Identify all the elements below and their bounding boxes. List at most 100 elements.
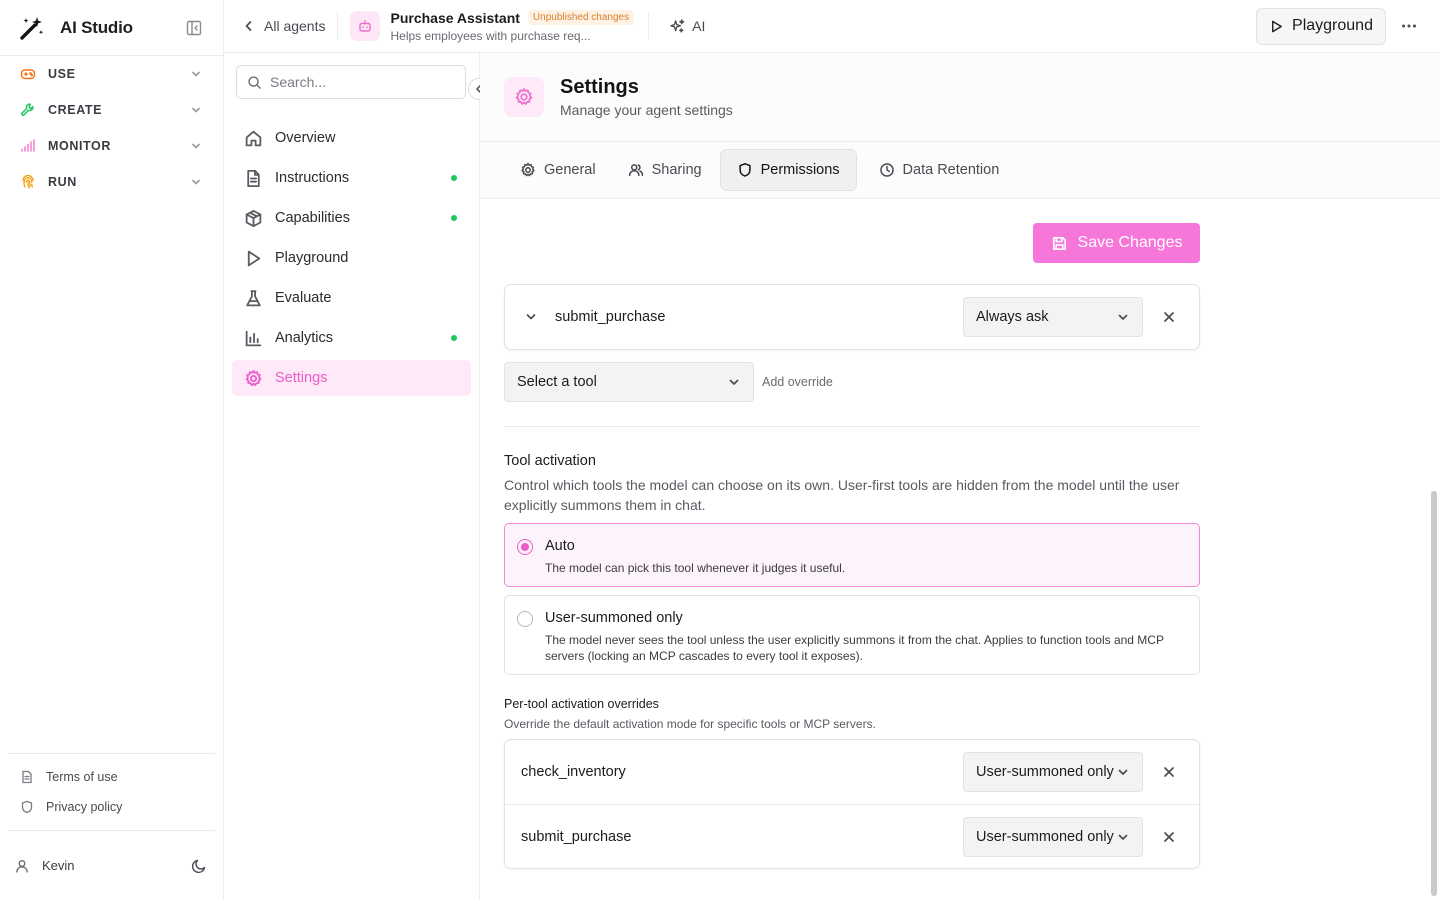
nav-section-label: USE: [48, 67, 76, 81]
activation-select[interactable]: User-summoned only: [963, 752, 1143, 792]
nav-item-playground[interactable]: Playground: [232, 240, 471, 276]
save-changes-button[interactable]: Save Changes: [1033, 223, 1200, 263]
nav-item-label: Settings: [275, 370, 328, 386]
nav-item-capabilities[interactable]: Capabilities: [232, 200, 471, 236]
chevron-down-icon[interactable]: [523, 309, 539, 325]
sidebar-footer: Terms of use Privacy policy Kevin: [8, 753, 215, 900]
divider: [337, 12, 339, 40]
moon-icon[interactable]: [191, 858, 207, 874]
nav-section-label: MONITOR: [48, 139, 111, 153]
scrollbar-thumb[interactable]: [1431, 491, 1437, 896]
add-override-row: Select a tool Add override: [504, 362, 1200, 402]
nav-item-instructions[interactable]: Instructions: [232, 160, 471, 196]
nav-item-analytics[interactable]: Analytics: [232, 320, 471, 356]
agent-nav-items: Overview Instructions Capabilities Playg…: [224, 120, 479, 396]
activation-option-user-summoned[interactable]: User-summoned only The model never sees …: [504, 595, 1200, 675]
close-icon[interactable]: [1161, 309, 1177, 325]
shield-icon: [21, 800, 33, 814]
tool-activation-description: Control which tools the model can choose…: [504, 477, 1180, 513]
tool-name: submit_purchase: [555, 309, 666, 325]
add-override-button[interactable]: Add override: [762, 375, 833, 389]
flask-icon: [246, 289, 261, 306]
nav-item-overview[interactable]: Overview: [232, 120, 471, 156]
top-bar: All agents Purchase Assistant Unpublishe…: [224, 0, 1440, 53]
footer-links: Terms of use Privacy policy: [8, 753, 215, 830]
radio-button[interactable]: [517, 611, 533, 627]
privacy-link[interactable]: Privacy policy: [8, 792, 215, 822]
gear-icon: [521, 162, 535, 177]
nav-section-label: CREATE: [48, 103, 103, 117]
chevron-down-icon: [192, 179, 200, 185]
page-subtitle: Manage your agent settings: [560, 102, 733, 118]
terms-link[interactable]: Terms of use: [8, 762, 215, 792]
radio-button[interactable]: [517, 539, 533, 555]
tab-label: General: [544, 162, 596, 178]
option-description: The model never sees the tool unless the…: [545, 633, 1164, 663]
nav-item-label: Playground: [275, 250, 349, 266]
back-label: All agents: [264, 18, 326, 34]
all-agents-link[interactable]: All agents: [224, 18, 325, 34]
save-bar: Save Changes: [504, 223, 1200, 263]
select-value: Always ask: [976, 309, 1049, 325]
approval-override-card: submit_purchase Always ask: [504, 284, 1200, 350]
agent-info[interactable]: Purchase Assistant Unpublished changes H…: [350, 9, 635, 43]
activation-overrides-card: check_inventory User-summoned only submi…: [504, 739, 1200, 869]
nav-item-label: Capabilities: [275, 210, 350, 226]
activation-option-auto[interactable]: Auto The model can pick this tool whenev…: [504, 523, 1200, 587]
nav-section-use[interactable]: USE: [0, 56, 223, 92]
nav-item-label: Overview: [275, 130, 336, 146]
home-icon: [245, 130, 262, 146]
playground-button[interactable]: Playground: [1256, 7, 1386, 45]
per-tool-overrides-description: Override the default activation mode for…: [504, 717, 876, 731]
per-tool-overrides-title: Per-tool activation overrides: [504, 697, 659, 711]
package-icon: [245, 209, 262, 227]
clipped-text: [628, 265, 1200, 274]
privacy-label: Privacy policy: [46, 800, 123, 814]
divider: [648, 12, 650, 40]
chevron-left-icon: [245, 21, 252, 31]
search-input[interactable]: [270, 74, 450, 90]
wrench-icon: [21, 103, 34, 116]
ai-button[interactable]: AI: [669, 18, 705, 35]
tab-general[interactable]: General: [510, 149, 606, 191]
activation-select[interactable]: User-summoned only: [963, 816, 1143, 857]
fingerprint-icon: [22, 174, 34, 189]
users-icon: [628, 164, 643, 177]
tab-label: Sharing: [651, 162, 702, 178]
nav-section-run[interactable]: RUN: [0, 164, 223, 200]
bar-chart-icon: [245, 330, 262, 346]
more-options-icon[interactable]: [1400, 17, 1418, 35]
nav-item-settings[interactable]: Settings: [232, 360, 471, 396]
search-box: [236, 65, 466, 99]
close-icon[interactable]: [1161, 829, 1177, 845]
user-row[interactable]: Kevin: [8, 830, 215, 900]
playground-label: Playground: [1292, 17, 1373, 34]
option-title: User-summoned only: [545, 610, 683, 626]
tab-data-retention[interactable]: Data Retention: [869, 149, 1010, 191]
nav-item-evaluate[interactable]: Evaluate: [232, 280, 471, 316]
tab-sharing[interactable]: Sharing: [618, 149, 712, 191]
approval-select[interactable]: Always ask: [963, 297, 1143, 337]
page-title: Settings: [560, 76, 639, 98]
chevron-down-icon: [729, 379, 739, 385]
chevron-down-icon: [192, 107, 200, 113]
shield-icon: [738, 163, 751, 177]
sidebar-collapse-icon[interactable]: [185, 19, 203, 37]
nav-item-label: Evaluate: [275, 290, 332, 306]
status-dot: [451, 335, 457, 341]
agent-description: Helps employees with purchase req...: [390, 28, 591, 43]
app-name: AI Studio: [60, 17, 133, 37]
nav-section-create[interactable]: CREATE: [0, 92, 223, 128]
scrollbar[interactable]: [1428, 53, 1440, 900]
tab-permissions[interactable]: Permissions: [719, 149, 857, 191]
tool-select[interactable]: Select a tool: [504, 362, 754, 402]
agent-name: Purchase Assistant: [390, 9, 520, 26]
override-row: check_inventory User-summoned only: [505, 740, 1199, 804]
close-icon[interactable]: [1161, 764, 1177, 780]
magic-wand-icon: [20, 16, 44, 40]
bot-icon: [359, 20, 372, 32]
nav-section-monitor[interactable]: MONITOR: [0, 128, 223, 164]
tool-activation-title: Tool activation: [504, 453, 596, 469]
settings-badge: [504, 77, 544, 117]
override-row: submit_purchase Always ask: [505, 285, 1199, 349]
